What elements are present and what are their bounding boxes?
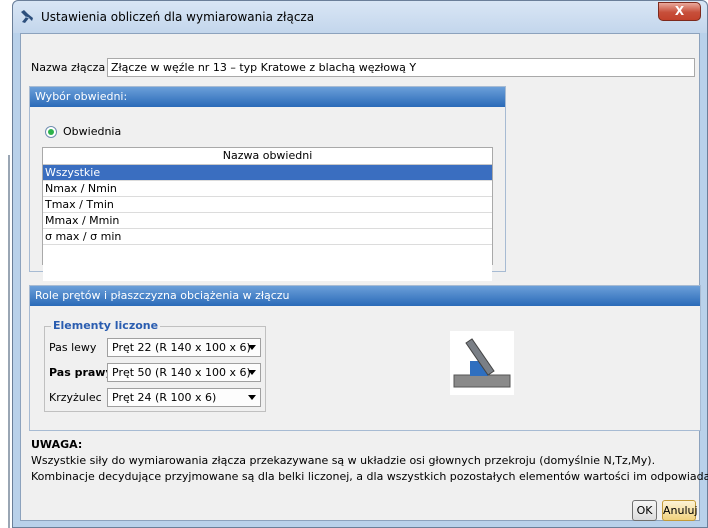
table-empty-area	[43, 245, 492, 281]
table-row[interactable]: Mmax / Mmin	[43, 213, 492, 229]
role-label: Pas lewy	[49, 341, 97, 354]
table-row[interactable]: σ max / σ min	[43, 229, 492, 245]
background-strip	[0, 0, 12, 528]
note-title: UWAGA:	[31, 438, 83, 451]
role-row-diagonal: Krzyżulec Pręt 24 (R 100 x 6)	[49, 388, 261, 407]
note-line-1: Wszystkie siły do wymiarowania złącza pr…	[31, 454, 656, 467]
connection-name-input[interactable]: Złącze w węźle nr 13 – typ Kratowe z bla…	[107, 58, 695, 77]
roles-panel-header: Role prętów i płaszczyzna obciążenia w z…	[30, 286, 700, 306]
roles-panel: Role prętów i płaszczyzna obciążenia w z…	[29, 285, 701, 431]
counted-elements-group: Elementy liczone Pas lewy Pręt 22 (R 140…	[44, 319, 266, 412]
role-label: Pas prawy	[49, 366, 113, 379]
role-row-right-chord: Pas prawy Pręt 50 (R 140 x 100 x 6)	[49, 363, 261, 382]
role-combo-diagonal[interactable]: Pręt 24 (R 100 x 6)	[107, 388, 261, 407]
counted-elements-title: Elementy liczone	[51, 319, 161, 332]
background-line	[8, 155, 10, 528]
chevron-down-icon[interactable]	[248, 345, 256, 350]
dialog-window: Ustawienia obliczeń dla wymiarowania złą…	[12, 0, 708, 528]
note-line-2: Kombinacje decydujące przyjmowane są dla…	[31, 470, 708, 483]
combo-value: Pręt 24 (R 100 x 6)	[112, 391, 217, 404]
ok-button[interactable]: OK	[632, 500, 657, 521]
combo-value: Pręt 22 (R 140 x 100 x 6)	[112, 341, 251, 354]
role-combo-left-chord[interactable]: Pręt 22 (R 140 x 100 x 6)	[107, 338, 261, 357]
envelope-radio-option[interactable]: Obwiednia	[45, 125, 121, 138]
connection-name-label: Nazwa złącza	[31, 61, 106, 74]
radio-selected-icon[interactable]	[45, 125, 57, 138]
envelope-radio-label: Obwiednia	[63, 125, 122, 138]
chevron-down-icon[interactable]	[248, 395, 256, 400]
app-icon	[19, 9, 35, 25]
table-row[interactable]: Nmax / Nmin	[43, 181, 492, 197]
title-bar: Ustawienia obliczeń dla wymiarowania złą…	[13, 1, 707, 33]
table-row[interactable]: Tmax / Tmin	[43, 197, 492, 213]
cancel-button[interactable]: Anuluj	[662, 500, 698, 521]
chevron-down-icon[interactable]	[248, 370, 256, 375]
role-label: Krzyżulec	[49, 391, 102, 404]
joint-preview-image	[450, 331, 514, 395]
combo-value: Pręt 50 (R 140 x 100 x 6)	[112, 366, 251, 379]
envelope-panel-header: Wybór obwiedni:	[30, 87, 505, 107]
envelope-panel: Wybór obwiedni: Obwiednia Nazwa obwiedni…	[29, 86, 506, 281]
window-title: Ustawienia obliczeń dla wymiarowania złą…	[41, 10, 315, 24]
envelope-table-header: Nazwa obwiedni	[43, 148, 492, 165]
dialog-client-area: Nazwa złącza Złącze w węźle nr 13 – typ …	[20, 33, 708, 521]
role-row-left-chord: Pas lewy Pręt 22 (R 140 x 100 x 6)	[49, 338, 261, 357]
close-button[interactable]: X	[658, 2, 701, 21]
role-combo-right-chord[interactable]: Pręt 50 (R 140 x 100 x 6)	[107, 363, 261, 382]
table-row[interactable]: Wszystkie	[43, 165, 492, 181]
envelope-table: Nazwa obwiedni Wszystkie Nmax / Nmin Tma…	[42, 147, 493, 281]
